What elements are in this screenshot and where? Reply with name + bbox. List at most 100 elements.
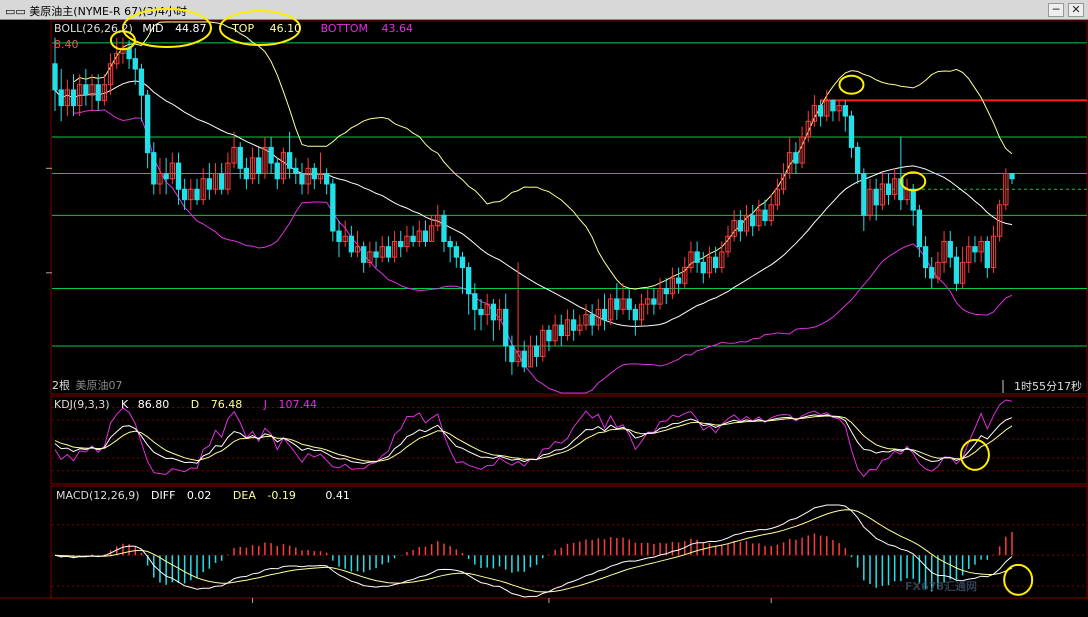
candle-body-84 — [570, 319, 577, 331]
boll-top-label: TOP — [231, 22, 254, 35]
macd-dea-line — [54, 509, 1013, 593]
candle-body-93 — [626, 298, 632, 310]
candle-body-101 — [675, 277, 682, 284]
candle-body-146 — [953, 256, 960, 284]
kdj-k-value: 86.80 — [138, 398, 170, 411]
candle-body-60 — [422, 230, 429, 242]
boll-corner-value: 8.40 — [54, 38, 79, 51]
kdj-d-value: 76.48 — [211, 398, 243, 411]
candle-body-33 — [256, 157, 262, 175]
candle-body-104 — [694, 251, 700, 263]
candle-body-111 — [737, 220, 743, 232]
candle-body-140 — [916, 209, 923, 248]
candle-body-141 — [922, 246, 929, 269]
candle-body-27 — [219, 173, 225, 190]
kdj-d-label: D — [191, 398, 199, 411]
bar-count: 2根 美原油07 — [52, 378, 123, 392]
candle-body-113 — [750, 214, 756, 227]
candle-body-20 — [175, 162, 182, 190]
boll-bottom-value: 43.64 — [381, 22, 413, 35]
bar-count-sub: 美原油07 — [76, 378, 123, 392]
candle-body-69 — [478, 308, 484, 316]
boll-top-line — [73, 21, 1013, 290]
candle-body-68 — [472, 293, 478, 310]
candle-body-74 — [509, 345, 515, 363]
candle-body-133 — [873, 188, 879, 206]
candle-body-30 — [237, 146, 243, 169]
candle-body-129 — [848, 115, 855, 148]
macd-label: MACD(12,26,9) — [56, 489, 140, 502]
candle-body-130 — [854, 146, 861, 175]
candle-body-66 — [459, 256, 466, 269]
candle-body-115 — [762, 209, 768, 222]
candle-body-13 — [132, 58, 138, 70]
candle-body-145 — [947, 240, 953, 258]
candle-body-14 — [138, 68, 145, 96]
macd-header: MACD(12,26,9) DIFF 0.02 DEA -0.19 0.41 — [56, 489, 350, 502]
candle-body-124 — [817, 105, 824, 117]
candle-body-18 — [163, 173, 169, 180]
boll-mid-value: 44.87 — [175, 22, 207, 35]
candle-body-135 — [885, 183, 892, 195]
candle-body-94 — [632, 308, 639, 321]
candle-body-54 — [385, 246, 392, 258]
kdj-j-line — [54, 399, 1013, 478]
macd-dea-label: DEA — [233, 489, 256, 502]
candle-body-12 — [126, 47, 132, 60]
candle-body-39 — [293, 167, 299, 175]
candle-body-5 — [83, 84, 89, 96]
candle-body-38 — [286, 152, 293, 169]
candle-body-80 — [546, 329, 552, 342]
bar-count-value: 2根 — [52, 378, 70, 392]
candle-body-82 — [558, 324, 564, 337]
candle-body-36 — [274, 162, 280, 180]
candle-body-45 — [330, 183, 336, 232]
candle-body-31 — [243, 167, 250, 180]
candle-body-65 — [453, 246, 459, 258]
boll-label: BOLL(26,26,2) — [54, 22, 133, 35]
candle-body-35 — [268, 146, 274, 164]
candle-body-73 — [503, 308, 509, 347]
macd-diff-value: 0.02 — [187, 489, 212, 502]
boll-mid-line — [54, 80, 1013, 328]
candle-body-40 — [299, 173, 305, 185]
candle-body-52 — [373, 251, 379, 258]
macd-diff-line — [54, 504, 1013, 598]
kdj-header: KDJ(9,3,3) K 86.80 D 76.48 J 107.44 — [54, 398, 317, 411]
candle-body-50 — [361, 246, 367, 263]
candle-body-99 — [663, 287, 669, 295]
candle-body-105 — [700, 261, 706, 274]
candle-body-64 — [447, 240, 453, 248]
kdj-label: KDJ(9,3,3) — [54, 398, 110, 411]
candle-body-76 — [521, 350, 527, 368]
candle-body-71 — [490, 303, 497, 321]
candle-body-46 — [336, 230, 342, 242]
candle-body-128 — [842, 105, 848, 117]
macd-diff-label: DIFF — [151, 489, 175, 502]
candle-body-149 — [972, 246, 978, 253]
macd-value: 0.41 — [325, 489, 350, 502]
candle-body-67 — [466, 267, 472, 295]
macd-dea-value: -0.19 — [267, 489, 295, 502]
candle-body-89 — [601, 308, 608, 321]
watermark: FX678汇通网 — [905, 580, 977, 593]
candle-body-44 — [324, 173, 330, 185]
candle-body-63 — [441, 214, 447, 242]
candle-body-131 — [861, 173, 867, 216]
kdj-k-label: K — [121, 398, 129, 411]
candle-body-151 — [984, 240, 990, 269]
chart-canvas: BOLL(26,26,2) MID 44.87 TOP 46.10 BOTTOM… — [0, 8, 1088, 603]
boll-header: BOLL(26,26,2) MID 44.87 TOP 46.10 BOTTOM… — [54, 22, 413, 35]
candle-body-142 — [929, 267, 935, 279]
highlight-circle-4 — [1003, 563, 1034, 596]
kdj-j-value: 107.44 — [278, 398, 317, 411]
candle-body-7 — [95, 84, 101, 101]
boll-mid-label: MID — [142, 22, 163, 35]
candle-body-42 — [311, 167, 317, 180]
boll-bottom-label: BOTTOM — [321, 22, 368, 35]
candle-body-48 — [348, 235, 355, 253]
candle-body-25 — [206, 178, 213, 190]
boll-top-value: 46.10 — [270, 22, 302, 35]
candle-body-0 — [52, 63, 58, 91]
candle-body-87 — [589, 314, 595, 326]
